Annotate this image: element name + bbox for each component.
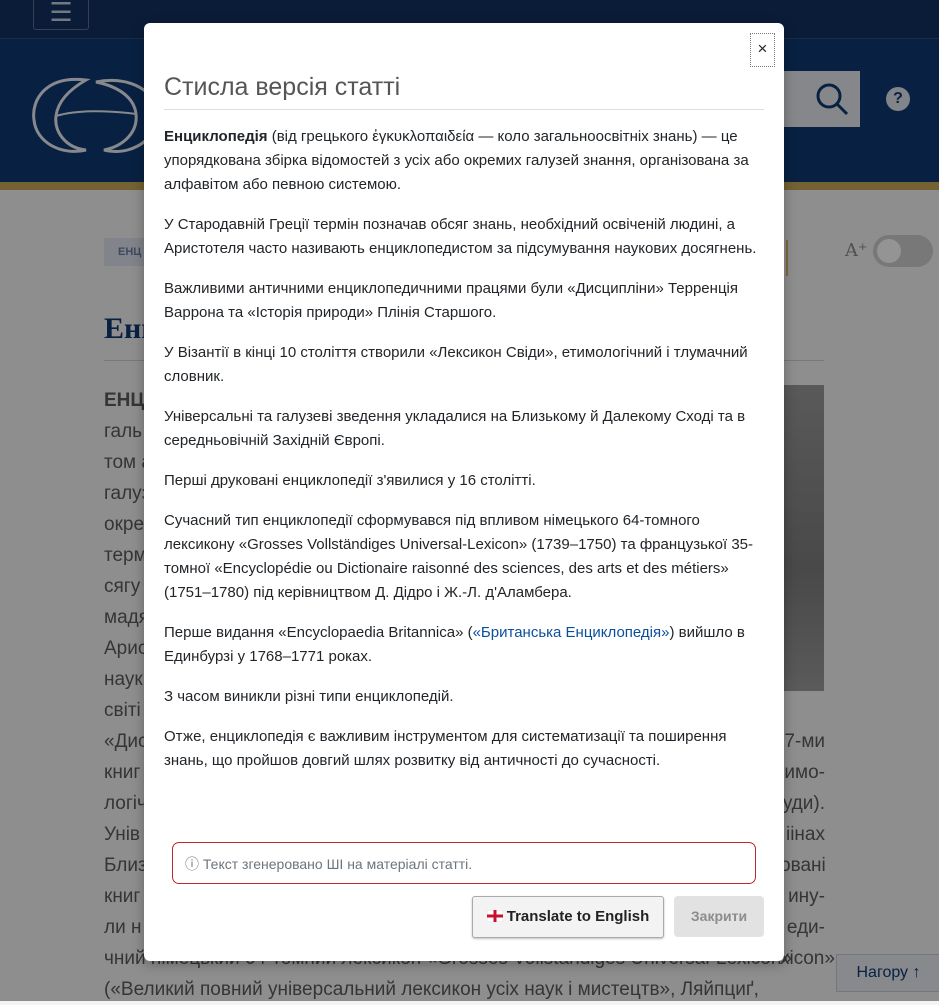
- term-bold: Енциклопедія: [164, 128, 268, 145]
- summary-paragraph: Отже, енциклопедія є важливим інструмент…: [164, 728, 727, 769]
- translate-label: Translate to English: [506, 908, 650, 925]
- summary-paragraph: Перші друковані енциклопедії з'явилися у…: [164, 472, 536, 489]
- modal-title: Стисла версія статті: [164, 73, 401, 101]
- summary-paragraph: Важливими античними енциклопедичними пра…: [164, 280, 738, 321]
- summary-paragraph: Універсальні та галузеві зведення уклада…: [164, 408, 746, 449]
- summary-paragraph: Енциклопедія (від грецького ἐγκυκλοπαιδε…: [164, 125, 764, 197]
- ai-generated-notice: ⓘ Текст згенеровано ШІ на матеріалі стат…: [172, 842, 756, 884]
- paragraph-text: Перше видання «Encyclopaedia Britannica»…: [164, 624, 473, 641]
- summary-paragraph: Перше видання «Encyclopaedia Britannica»…: [164, 621, 764, 669]
- summary-paragraph: Сучасний тип енциклопедії сформувався пі…: [164, 512, 754, 601]
- close-icon[interactable]: ×: [750, 33, 775, 67]
- summary-modal: × Стисла версія статті Енциклопедія (від…: [144, 23, 784, 961]
- translate-button[interactable]: Translate to English: [472, 896, 664, 938]
- summary-paragraph: У Стародавній Греції термін позначав обс…: [164, 216, 757, 257]
- summary-paragraph: У Візантії в кінці 10 століття створили …: [164, 344, 748, 385]
- britannica-link[interactable]: «Британська Енциклопедія»: [473, 624, 670, 641]
- close-button[interactable]: Закрити: [674, 896, 764, 937]
- ai-notice-text: Текст згенеровано ШІ на матеріалі статті…: [202, 856, 473, 872]
- modal-body: Енциклопедія (від грецького ἐγκυκλοπαιδε…: [164, 125, 764, 789]
- uk-flag-icon: [486, 909, 503, 922]
- summary-paragraph: З часом виникли різні типи енциклопедій.: [164, 688, 454, 705]
- info-icon: ⓘ: [185, 856, 199, 872]
- modal-title-divider: [164, 109, 764, 110]
